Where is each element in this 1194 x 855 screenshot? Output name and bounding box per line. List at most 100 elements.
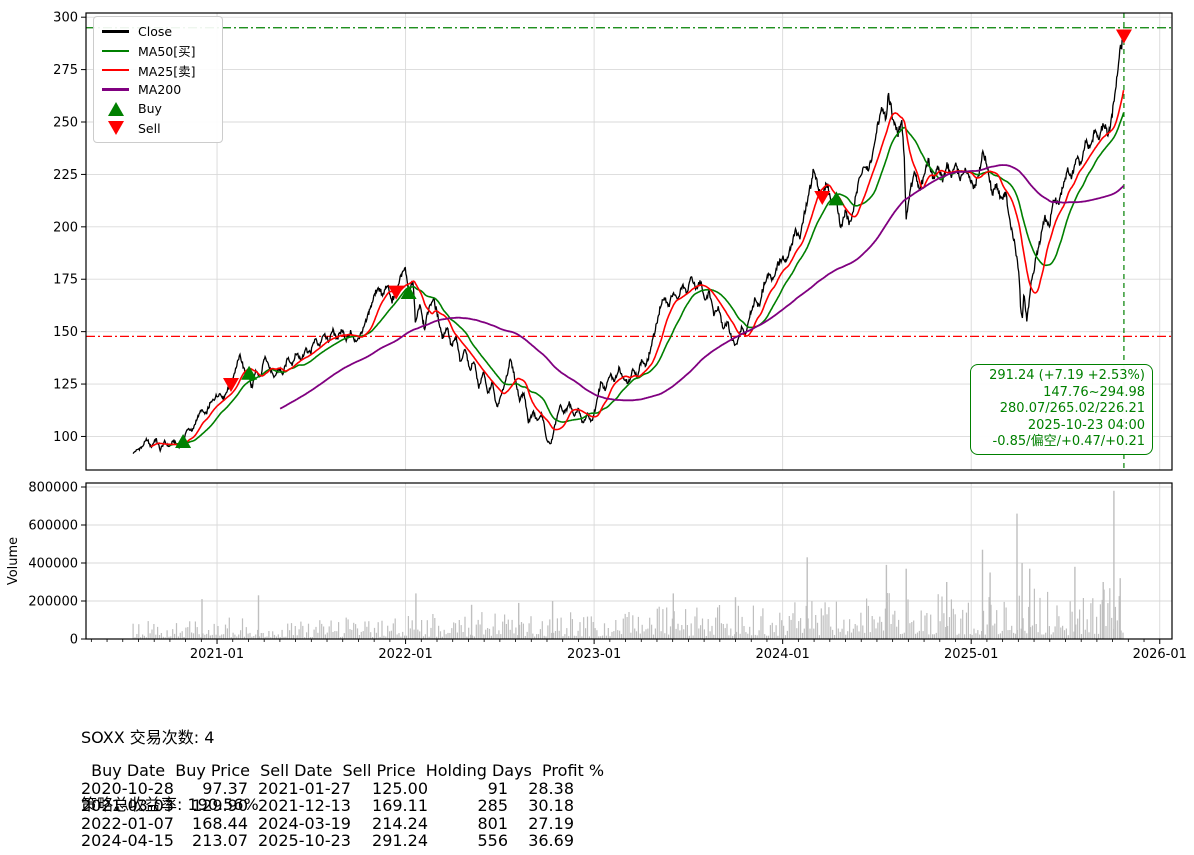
volume-bar	[295, 626, 296, 639]
volume-bar	[174, 634, 175, 639]
sell-marker-icon	[108, 121, 124, 135]
volume-bar	[136, 634, 137, 639]
volume-bar	[666, 608, 667, 640]
volume-bar	[826, 614, 827, 639]
volume-bar	[1058, 616, 1059, 639]
volume-bar	[930, 615, 931, 639]
quote-price-change: 291.24 (+7.19 +2.53%)	[976, 368, 1145, 385]
volume-bar	[636, 631, 637, 639]
volume-bar	[481, 612, 482, 639]
legend-item-ma50: MA50[买]	[102, 41, 214, 60]
volume-bar	[813, 629, 814, 639]
sell-price-cell: 291.24	[358, 832, 428, 850]
volume-bar	[578, 631, 579, 639]
volume-bar	[904, 633, 905, 639]
volume-spike-bar	[673, 593, 674, 639]
volume-bar	[583, 617, 584, 639]
volume-bar	[642, 625, 643, 639]
volume-bar	[229, 618, 230, 639]
volume-bar	[889, 593, 890, 639]
volume-bar	[883, 631, 884, 640]
volume-bar	[957, 635, 958, 639]
volume-bar	[417, 630, 418, 639]
volume-bar	[783, 626, 784, 639]
figure: 1001251501752002252502753000200000400000…	[0, 0, 1194, 855]
volume-bar	[681, 625, 682, 639]
volume-bar	[891, 624, 892, 639]
volume-spike-bar	[1113, 491, 1114, 639]
volume-bar	[892, 615, 893, 640]
volume-bar	[811, 601, 812, 639]
holding-days-cell: 91	[428, 780, 508, 798]
volume-spike-bar	[1021, 563, 1022, 639]
volume-bar	[975, 633, 976, 639]
profit-cell: 30.18	[508, 797, 574, 815]
volume-bar	[414, 630, 415, 639]
volume-bar	[357, 628, 358, 639]
volume-bar	[234, 635, 235, 639]
volume-bar	[430, 628, 431, 639]
volume-bar	[802, 633, 803, 639]
volume-bar	[238, 635, 239, 640]
volume-bar	[398, 633, 399, 639]
volume-bar	[361, 632, 362, 639]
volume-bar	[564, 634, 565, 639]
volume-bar	[459, 620, 460, 639]
volume-bar	[246, 627, 247, 639]
volume-bar	[847, 631, 848, 639]
volume-bar	[845, 635, 846, 639]
volume-bar	[755, 635, 756, 639]
volume-bar	[710, 631, 711, 639]
trade-table-row: 2024-04-15 213.07 2025-10-23 291.24 556 …	[81, 832, 604, 850]
ma50-line-swatch	[102, 50, 129, 52]
volume-bar	[282, 630, 283, 639]
volume-bar	[840, 632, 841, 639]
volume-bar	[960, 619, 961, 639]
buy-date-cell: 2020-10-28	[81, 780, 178, 798]
volume-bar	[907, 599, 908, 639]
volume-bar	[687, 625, 688, 639]
volume-bar	[915, 634, 916, 639]
volume-bar	[1109, 588, 1110, 639]
legend: Close MA50[买] MA25[卖] MA200 Buy Sell	[93, 16, 223, 143]
volume-bar	[500, 634, 501, 639]
price-tick-label: 150	[53, 325, 78, 340]
volume-bar	[913, 621, 914, 640]
volume-bar	[745, 632, 746, 639]
volume-bar	[668, 635, 669, 639]
volume-bar	[530, 616, 531, 639]
volume-bar	[559, 631, 560, 639]
volume-bar	[828, 607, 829, 639]
volume-bar	[698, 629, 699, 640]
volume-bar	[661, 631, 662, 639]
volume-bar	[723, 624, 724, 639]
volume-bar	[233, 633, 234, 639]
volume-bar	[1019, 596, 1020, 639]
volume-bar	[926, 613, 927, 639]
volume-bar	[510, 630, 511, 639]
volume-bar	[815, 615, 816, 639]
volume-tick-label: 400000	[28, 556, 78, 571]
volume-bar	[625, 614, 626, 639]
volume-bar	[449, 633, 450, 639]
volume-bar	[1055, 626, 1056, 639]
volume-spike-bar	[1029, 569, 1030, 639]
volume-bar	[289, 630, 290, 639]
volume-bar	[329, 626, 330, 639]
volume-bar	[941, 597, 942, 640]
volume-bar	[825, 602, 826, 639]
volume-bar	[153, 624, 154, 639]
volume-bar	[894, 611, 895, 639]
volume-bar	[1011, 626, 1012, 639]
volume-bar	[508, 620, 509, 639]
volume-bar	[195, 622, 196, 640]
volume-bar	[410, 628, 411, 639]
legend-label-sell: Sell	[138, 121, 161, 136]
volume-bar	[302, 626, 303, 639]
volume-bar	[851, 633, 852, 639]
volume-bar	[1013, 633, 1014, 639]
volume-bar	[938, 594, 939, 639]
buy-markers	[175, 191, 844, 448]
volume-bar	[167, 630, 168, 639]
sell-marker	[223, 378, 239, 392]
